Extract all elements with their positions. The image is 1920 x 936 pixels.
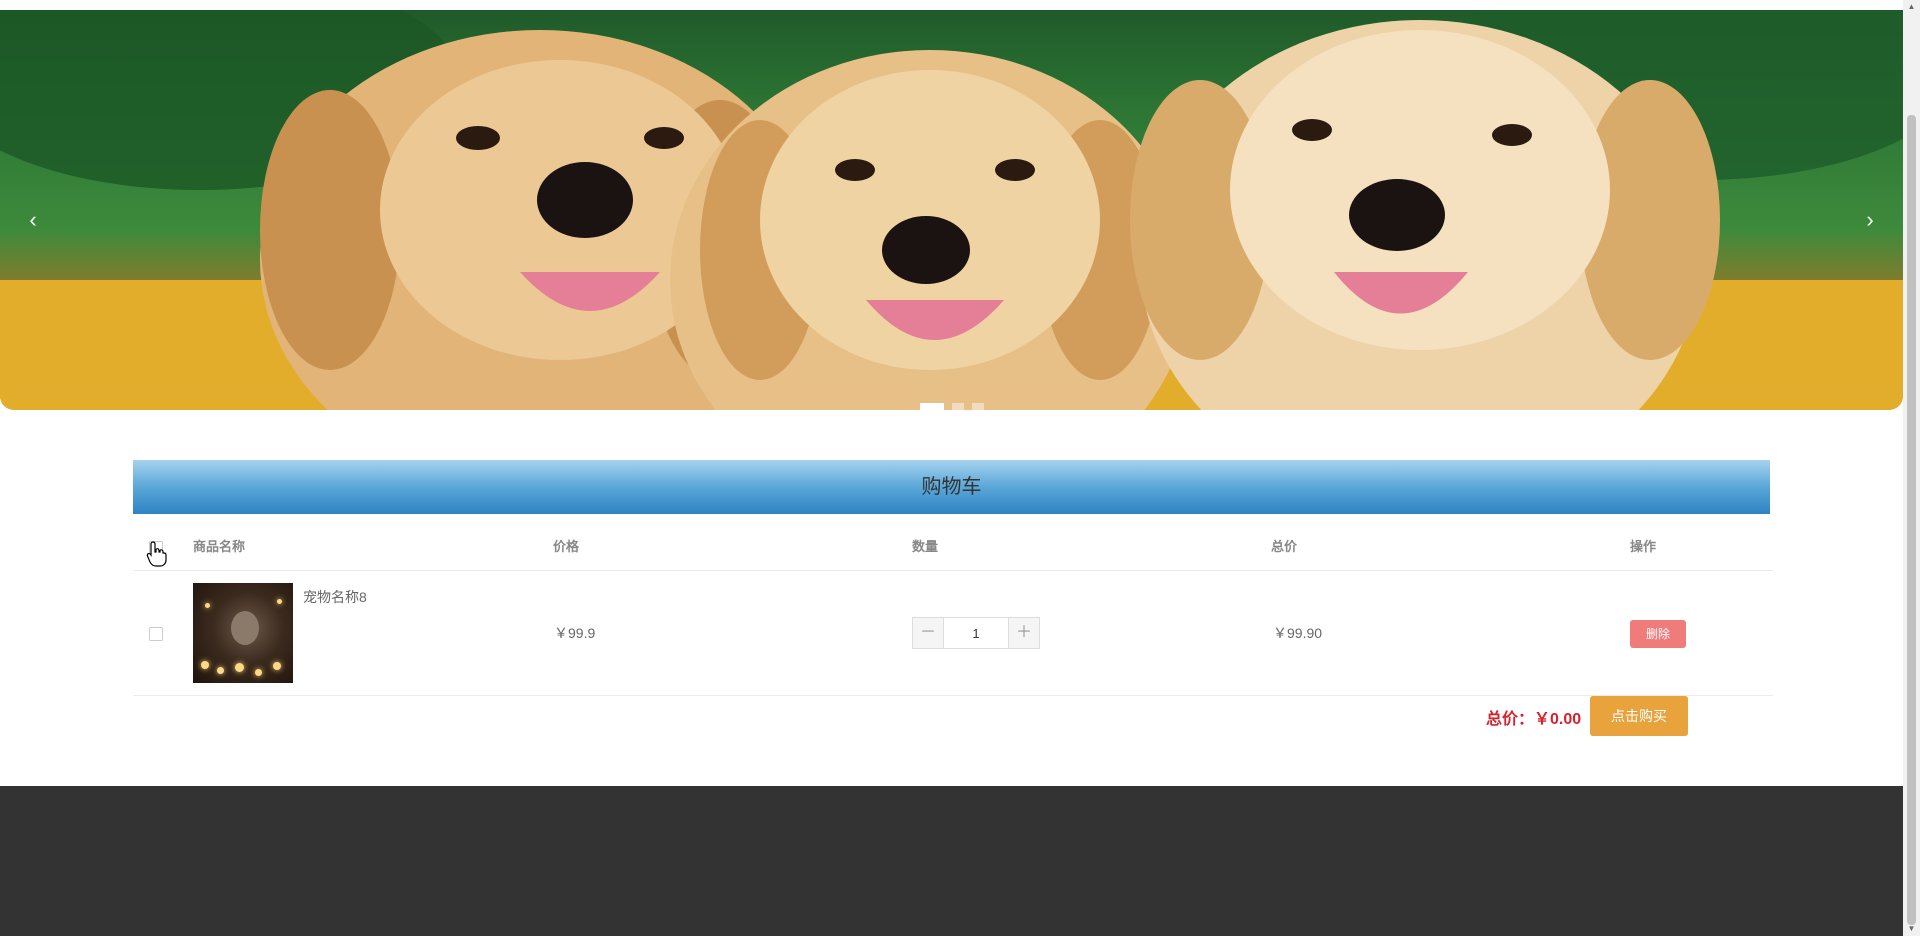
item-price: ￥99.9 xyxy=(554,625,596,641)
chevron-right-icon: › xyxy=(1866,207,1874,232)
header-price: 价格 xyxy=(553,539,580,554)
quantity-stepper: － ＋ xyxy=(912,617,1040,649)
pet-thumbnail[interactable] xyxy=(193,583,293,683)
page-scrollbar[interactable]: ▲ ▼ xyxy=(1903,0,1920,936)
carousel-prev-button[interactable]: ‹ xyxy=(18,200,48,240)
carousel-indicator-1[interactable] xyxy=(920,403,944,410)
cart-title: 购物车 xyxy=(133,460,1770,514)
chevron-left-icon: ‹ xyxy=(29,207,37,232)
item-subtotal: ￥99.90 xyxy=(1273,625,1323,641)
carousel-indicators xyxy=(920,403,984,410)
increase-quantity-button[interactable]: ＋ xyxy=(1009,618,1039,648)
hand-cursor-icon xyxy=(146,541,167,567)
header-subtotal: 总价 xyxy=(1271,539,1298,554)
header-quantity: 数量 xyxy=(912,539,939,554)
header-action: 操作 xyxy=(1630,539,1657,554)
carousel-indicator-3[interactable] xyxy=(972,403,984,410)
pet-name[interactable]: 宠物名称8 xyxy=(303,587,367,607)
scroll-thumb[interactable] xyxy=(1907,115,1916,925)
plus-icon: ＋ xyxy=(1015,624,1032,641)
carousel-indicator-2[interactable] xyxy=(952,403,964,410)
carousel-next-button[interactable]: › xyxy=(1855,200,1885,240)
quantity-input[interactable] xyxy=(943,618,1009,648)
header-name: 商品名称 xyxy=(193,539,246,554)
delete-button[interactable]: 删除 xyxy=(1630,620,1686,648)
banner-carousel: ‹ › xyxy=(0,10,1903,410)
item-checkbox[interactable] xyxy=(149,627,163,641)
cart-total: 总价：￥0.00 xyxy=(1486,711,1582,728)
page-footer xyxy=(0,786,1903,936)
scroll-down-arrow-icon[interactable]: ▼ xyxy=(1903,922,1920,936)
buy-button[interactable]: 点击购买 xyxy=(1590,696,1688,736)
minus-icon: － xyxy=(919,624,936,641)
decrease-quantity-button[interactable]: － xyxy=(913,618,943,648)
puppies-banner-image xyxy=(0,10,1903,410)
table-row: 宠物名称8 ￥99.9 － ＋ ￥99.90 删除 xyxy=(133,571,1773,696)
scroll-up-arrow-icon[interactable]: ▲ xyxy=(1903,0,1920,14)
cart-table-header: 商品名称 价格 数量 总价 操作 xyxy=(133,528,1773,571)
